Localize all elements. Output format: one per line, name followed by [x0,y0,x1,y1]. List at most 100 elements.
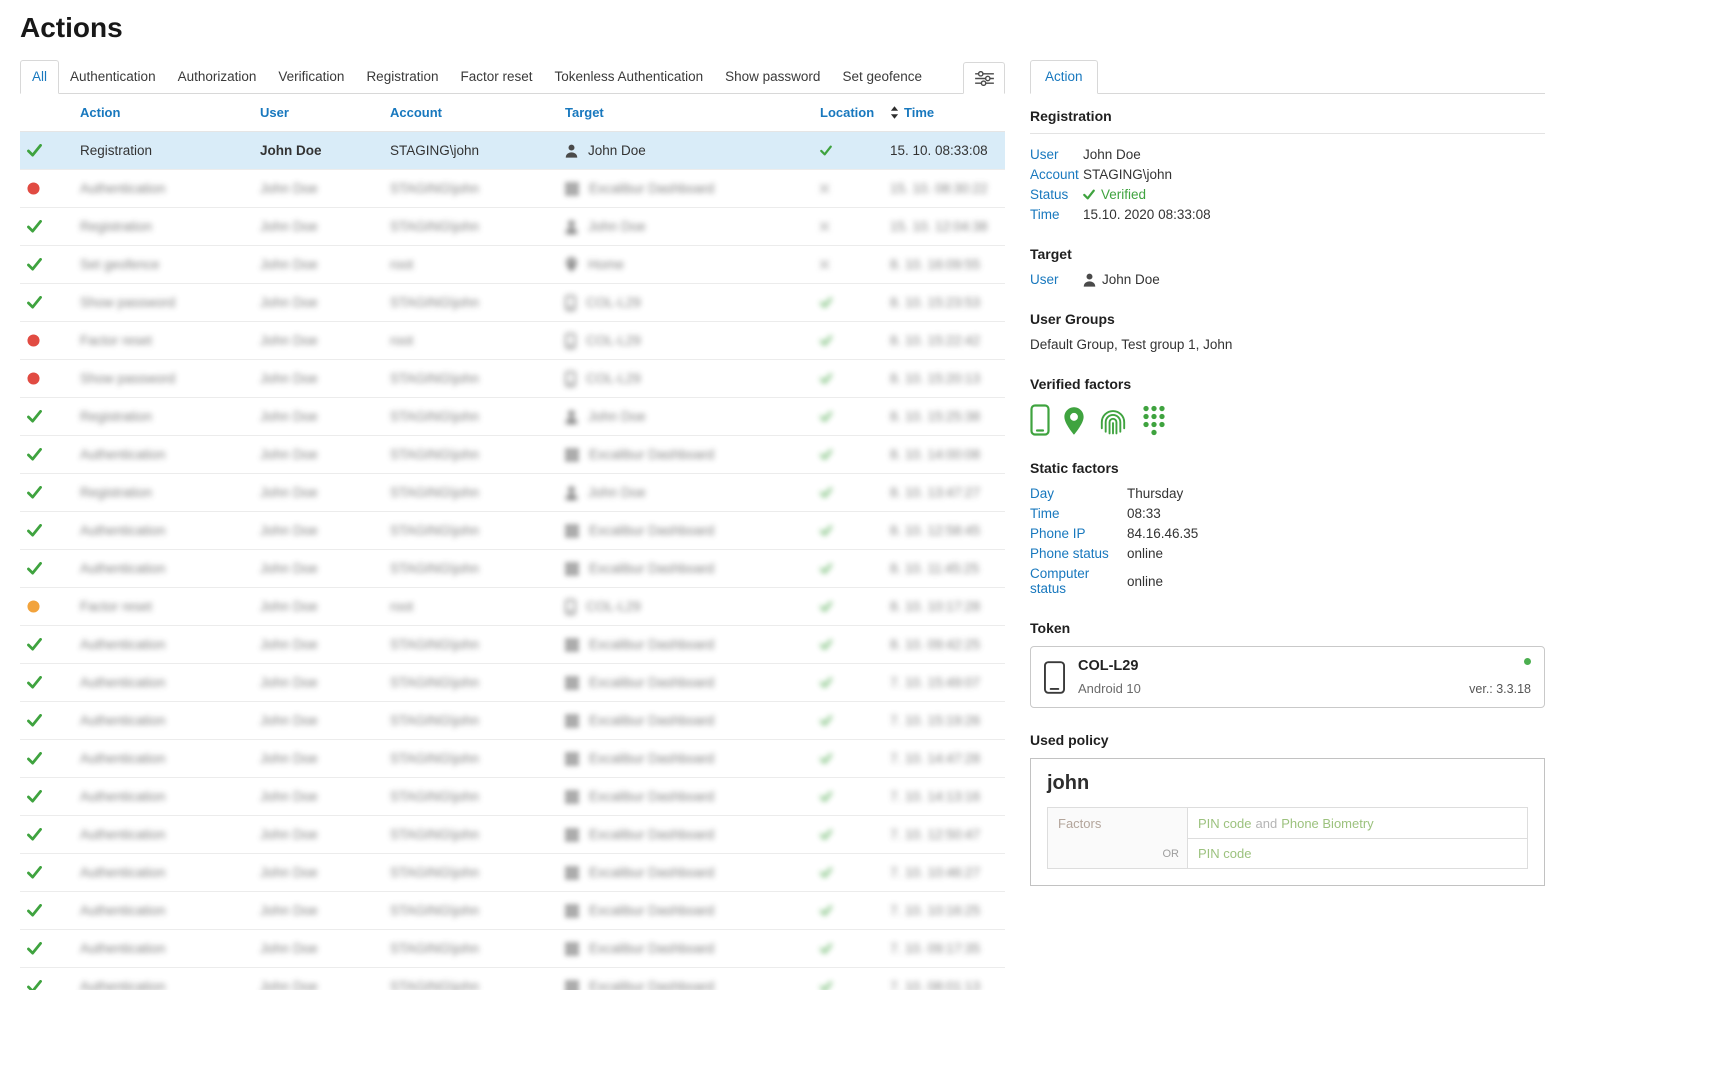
actions-page: Actions AllAuthenticationAuthorizationVe… [0,0,1720,990]
dashboard-icon [565,752,579,766]
column-header-user[interactable]: User [260,105,390,120]
tab-action[interactable]: Action [1030,60,1098,94]
user-label-cell: John Doe [260,322,390,359]
tab-factor-reset[interactable]: Factor reset [449,61,543,93]
target-label: Excalibur Dashboard [589,865,714,880]
user-label: John Doe [260,333,318,348]
field-label: Time [1030,506,1127,521]
action-label: Authentication [80,751,166,766]
table-row[interactable]: RegistrationJohn DoeSTAGING\johnJohn Doe… [20,208,1005,246]
static-factor-field: DayThursday [1030,486,1545,501]
token-card[interactable]: COL-L29 Android 10 ver.: 3.3.18 [1030,646,1545,708]
field-value: Verified [1083,187,1146,202]
time-label: 8. 10. 15:22:42 [890,333,980,348]
column-header-label: Action [80,105,120,120]
column-header-account[interactable]: Account [390,105,565,120]
table-row[interactable]: RegistrationJohn DoeSTAGING\johnJohn Doe… [20,474,1005,512]
main-layout: AllAuthenticationAuthorizationVerificati… [20,60,1700,990]
user-label-cell: John Doe [260,284,390,321]
target-label: Excalibur Dashboard [589,751,714,766]
dashboard-icon [565,866,579,880]
table-row[interactable]: AuthenticationJohn DoeSTAGING\johnExcali… [20,702,1005,740]
time-cell: 7. 10. 12:50:47 [890,816,1005,853]
action-detail-panel: Action Registration UserJohn DoeAccountS… [1030,60,1545,886]
account-label-cell: STAGING\john [390,854,565,891]
dashboard-icon [565,714,579,728]
policy-factor: PIN code [1198,816,1251,831]
table-row[interactable]: Show passwordJohn DoeSTAGING\johnCOL-L29… [20,360,1005,398]
user-label: John Doe [260,447,318,462]
tab-authorization[interactable]: Authorization [167,61,268,93]
target-cell: John Doe [565,398,815,435]
target-cell: Excalibur Dashboard [565,968,815,990]
action-label: Authentication [80,637,166,652]
table-row[interactable]: AuthenticationJohn DoeSTAGING\johnExcali… [20,778,1005,816]
target-user-row: User John Doe [1030,272,1545,287]
user-label: John Doe [260,257,318,272]
table-row[interactable]: Factor resetJohn DoerootCOL-L298. 10. 10… [20,588,1005,626]
field-value: Thursday [1127,486,1183,501]
account-label: root [390,333,413,348]
table-row[interactable]: RegistrationJohn DoeSTAGING\johnJohn Doe… [20,398,1005,436]
user-groups-heading: User Groups [1030,311,1545,327]
table-row[interactable]: AuthenticationJohn DoeSTAGING\johnExcali… [20,664,1005,702]
time-cell: 8. 10. 13:47:27 [890,474,1005,511]
table-row[interactable]: AuthenticationJohn DoeSTAGING\johnExcali… [20,930,1005,968]
tab-verification[interactable]: Verification [267,61,355,93]
user-label-cell: John Doe [260,246,390,283]
table-row[interactable]: AuthenticationJohn DoeSTAGING\johnExcali… [20,170,1005,208]
field-value: 84.16.46.35 [1127,526,1198,541]
column-header-time[interactable]: Time [890,105,1005,120]
time-cell: 8. 10. 15:25:38 [890,398,1005,435]
action-label: Authentication [80,865,166,880]
tab-authentication[interactable]: Authentication [59,61,167,93]
user-label: John Doe [260,485,318,500]
table-row[interactable]: AuthenticationJohn DoeSTAGING\johnExcali… [20,740,1005,778]
target-label: John Doe [588,219,646,234]
action-label: Authentication [80,181,166,196]
action-label: Registration [80,485,152,500]
tab-show-password[interactable]: Show password [714,61,831,93]
table-row[interactable]: Factor resetJohn DoerootCOL-L298. 10. 15… [20,322,1005,360]
target-cell: Excalibur Dashboard [565,778,815,815]
column-header-action[interactable]: Action [60,105,260,120]
table-row[interactable]: AuthenticationJohn DoeSTAGING\johnExcali… [20,968,1005,990]
table-row[interactable]: AuthenticationJohn DoeSTAGING\johnExcali… [20,854,1005,892]
table-row[interactable]: AuthenticationJohn DoeSTAGING\johnExcali… [20,626,1005,664]
location-cell [815,588,890,625]
column-header-location[interactable]: Location [815,105,890,120]
account-label: STAGING\john [390,371,479,386]
action-label-cell: Authentication [60,512,260,549]
column-header-target[interactable]: Target [565,105,815,120]
tab-tokenless-authentication[interactable]: Tokenless Authentication [544,61,715,93]
used-policy-heading: Used policy [1030,732,1545,748]
time-cell: 7. 10. 08:01:13 [890,968,1005,990]
table-row[interactable]: AuthenticationJohn DoeSTAGING\johnExcali… [20,892,1005,930]
table-row[interactable]: Show passwordJohn DoeSTAGING\johnCOL-L29… [20,284,1005,322]
table-row[interactable]: AuthenticationJohn DoeSTAGING\johnExcali… [20,816,1005,854]
tab-set-geofence[interactable]: Set geofence [831,61,933,93]
action-label-cell: Authentication [60,892,260,929]
row-status-cell [20,930,60,967]
column-header-label: User [260,105,289,120]
table-body: Registration John Doe STAGING\john John Doe… [20,132,1005,990]
location-cell [815,284,890,321]
table-row[interactable]: AuthenticationJohn DoeSTAGING\johnExcali… [20,550,1005,588]
target-user-value: John Doe [1102,272,1160,287]
tab-registration[interactable]: Registration [355,61,449,93]
tab-all[interactable]: All [20,60,59,94]
policy-factor: PIN code [1198,846,1251,861]
table-row[interactable]: Set geofenceJohn DoerootHome8. 10. 16:09… [20,246,1005,284]
column-header-label: Location [820,105,874,120]
action-label-cell: Authentication [60,740,260,777]
target-label: Excalibur Dashboard [589,181,714,196]
table-row[interactable]: RegistrationJohn DoeSTAGING\johnJohn Doe… [20,132,1005,170]
filter-button[interactable] [963,62,1005,94]
table-row[interactable]: AuthenticationJohn DoeSTAGING\johnExcali… [20,436,1005,474]
table-row[interactable]: AuthenticationJohn DoeSTAGING\johnExcali… [20,512,1005,550]
status-success-icon [27,866,42,879]
target-cell: Excalibur Dashboard [565,626,815,663]
row-status-cell [20,626,60,663]
account-label: STAGING\john [390,713,479,728]
detail-field: AccountSTAGING\john [1030,167,1545,182]
